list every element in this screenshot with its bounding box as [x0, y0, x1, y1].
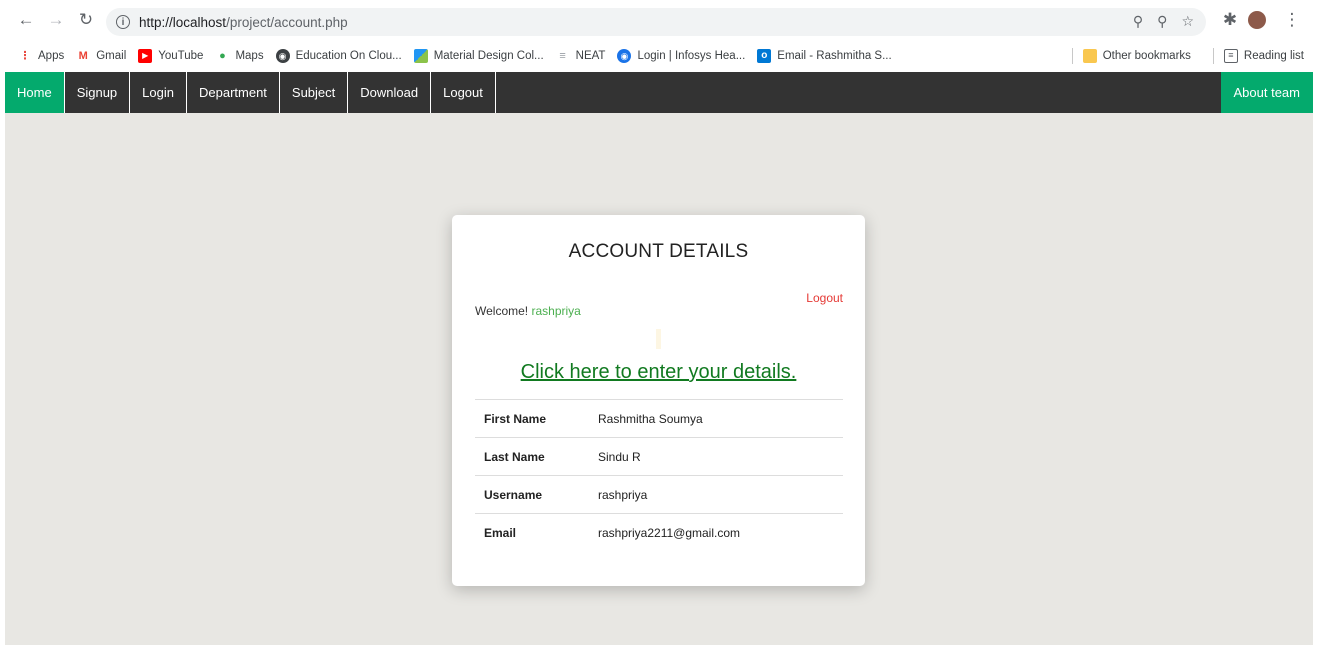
row-value: Rashmitha Soumya	[598, 399, 843, 438]
welcome-prefix: Welcome!	[475, 304, 532, 318]
url-host: http://localhost	[139, 14, 227, 30]
site-navbar: Home Signup Login Department Subject Dow…	[5, 72, 1313, 113]
row-label: Last Name	[475, 437, 598, 476]
profile-avatar[interactable]	[1248, 11, 1266, 29]
bookmark-education[interactable]: ◉ Education On Clou...	[275, 49, 402, 63]
enter-details-link[interactable]: Click here to enter your details.	[452, 361, 865, 384]
bookmark-label: YouTube	[158, 50, 204, 62]
bookmark-label: Apps	[38, 50, 65, 62]
globe-icon: ◉	[275, 49, 290, 63]
table-row: First Name Rashmitha Soumya	[475, 399, 843, 438]
nav-home[interactable]: Home	[5, 72, 65, 113]
address-bar[interactable]: i http://localhost/project/account.php ⚲…	[106, 8, 1206, 36]
bookmark-label: Material Design Col...	[433, 50, 544, 62]
browser-window: ← → ↻ i http://localhost/project/account…	[0, 0, 1318, 645]
bookmark-separator	[1071, 48, 1073, 64]
row-value: Sindu R	[598, 437, 843, 476]
bookmarks-right: Other bookmarks ≡ Reading list	[1062, 41, 1304, 71]
bookmark-label: Login | Infosys Hea...	[637, 50, 746, 62]
browser-toolbar: ← → ↻ i http://localhost/project/account…	[0, 0, 1318, 40]
info-icon[interactable]: i	[116, 15, 130, 29]
row-label: Email	[475, 513, 598, 552]
youtube-icon: ▶	[138, 49, 153, 63]
bookmark-reading-list[interactable]: ≡ Reading list	[1223, 49, 1304, 63]
bookmark-neat[interactable]: ≡ NEAT	[556, 49, 606, 63]
bookmark-label: Gmail	[96, 50, 127, 62]
bookmark-gmail[interactable]: M Gmail	[76, 49, 127, 63]
row-value: rashpriya	[598, 475, 843, 514]
account-details-table: First Name Rashmitha Soumya Last Name Si…	[475, 399, 843, 552]
forward-arrow-icon[interactable]: →	[44, 8, 68, 32]
bookmark-youtube[interactable]: ▶ YouTube	[138, 49, 203, 63]
bookmark-label: Other bookmarks	[1102, 50, 1191, 62]
back-arrow-icon[interactable]: ←	[14, 8, 38, 32]
bookmark-label: Education On Clou...	[295, 50, 402, 62]
zoom-icon[interactable]: ⚲	[1157, 13, 1167, 30]
reading-list-icon: ≡	[1223, 49, 1238, 63]
folder-icon	[1082, 49, 1097, 63]
extensions-puzzle-icon[interactable]: ✱	[1218, 8, 1242, 32]
page-title: ACCOUNT DETAILS	[568, 241, 749, 262]
nav-signup[interactable]: Signup	[65, 72, 131, 113]
bookmark-label: Reading list	[1243, 50, 1304, 62]
row-label: First Name	[475, 399, 598, 438]
bookmark-infosys[interactable]: ◉ Login | Infosys Hea...	[617, 49, 745, 63]
nav-about-team[interactable]: About team	[1220, 72, 1313, 113]
key-icon[interactable]: ⚲	[1133, 13, 1143, 30]
row-value: rashpriya2211@gmail.com	[598, 513, 843, 552]
bookmark-label: Email - Rashmitha S...	[777, 50, 892, 62]
bookmark-label: NEAT	[575, 50, 606, 62]
outlook-icon: o	[757, 49, 772, 63]
gmail-icon: M	[78, 50, 88, 62]
bookmark-apps[interactable]: ⋮ Apps	[18, 49, 65, 63]
neat-icon: ≡	[559, 50, 566, 62]
table-row: Last Name Sindu R	[475, 437, 843, 476]
url-path: /project/account.php	[226, 14, 348, 30]
page-content: ACCOUNT DETAILS Welcome! rashpriya Logou…	[5, 113, 1313, 645]
welcome-username: rashpriya	[531, 304, 581, 318]
bookmark-email[interactable]: o Email - Rashmitha S...	[757, 49, 892, 63]
infosys-icon: ◉	[617, 49, 632, 63]
nav-logout[interactable]: Logout	[431, 72, 496, 113]
logout-link[interactable]: Logout	[806, 291, 843, 305]
bookmark-separator	[1212, 48, 1214, 64]
row-label: Username	[475, 475, 598, 514]
nav-download[interactable]: Download	[348, 72, 432, 113]
maps-pin-icon: ●	[219, 50, 226, 62]
bookmarks-bar: ⋮ Apps M Gmail ▶ YouTube ● Maps ◉ Educat…	[0, 41, 1318, 71]
reload-icon[interactable]: ↻	[74, 8, 98, 32]
table-row: Username rashpriya	[475, 475, 843, 514]
material-design-icon	[413, 49, 428, 63]
nav-subject[interactable]: Subject	[280, 72, 349, 113]
star-bookmark-icon[interactable]: ☆	[1181, 13, 1194, 30]
apps-grid-icon: ⋮	[19, 50, 31, 62]
bookmark-label: Maps	[235, 50, 264, 62]
nav-department[interactable]: Department	[187, 72, 280, 113]
decorative-stripe	[656, 329, 661, 349]
menu-kebab-icon[interactable]: ⋮	[1280, 8, 1304, 32]
welcome-message: Welcome! rashpriya	[475, 304, 581, 318]
account-card: ACCOUNT DETAILS Welcome! rashpriya Logou…	[452, 215, 865, 586]
bookmark-material-design[interactable]: Material Design Col...	[413, 49, 544, 63]
address-bar-actions: ⚲ ⚲ ☆	[1133, 13, 1194, 30]
table-row: Email rashpriya2211@gmail.com	[475, 513, 843, 552]
bookmark-other[interactable]: Other bookmarks	[1082, 49, 1191, 63]
bookmark-maps[interactable]: ● Maps	[215, 49, 263, 63]
nav-login[interactable]: Login	[130, 72, 187, 113]
